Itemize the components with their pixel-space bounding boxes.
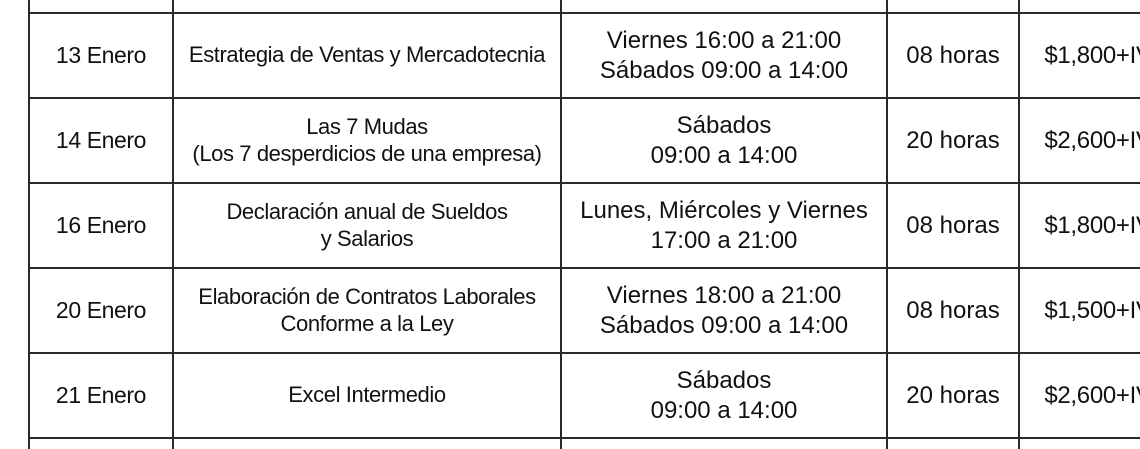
table-row: 14 Enero Las 7 Mudas (Los 7 desperdicios … xyxy=(28,97,1140,184)
hours-text: 20 horas xyxy=(906,126,1000,154)
schedule-line: Viernes 16:00 a 21:00 xyxy=(606,27,842,55)
price-text: $1,800+IVA xyxy=(1044,211,1140,239)
hours-cell: 08 horas xyxy=(886,267,1020,354)
hours-cell: 08 horas xyxy=(886,182,1020,269)
course-cell: Elaboración de Contratos Laborales Confor… xyxy=(172,267,562,354)
schedule-cell: Sábados 09:00 a 14:00 xyxy=(560,97,888,184)
hours-cell: 20 horas xyxy=(886,97,1020,184)
date-cell: 21 Enero xyxy=(28,352,174,439)
hours-cell: 20 horas xyxy=(886,352,1020,439)
date-text: 20 Enero xyxy=(55,297,147,324)
hours-cell: 08 horas xyxy=(886,12,1020,99)
table-row: 13 Enero Estrategia de Ventas y Mercadot… xyxy=(28,12,1140,99)
course-title: Excel Intermedio xyxy=(288,382,446,408)
cell xyxy=(172,437,562,449)
cell xyxy=(172,0,562,14)
schedule-line: Sábados 09:00 a 14:00 xyxy=(599,311,849,339)
date-cell: 20 Enero xyxy=(28,267,174,354)
cell xyxy=(560,437,888,449)
cell xyxy=(1018,0,1140,14)
course-title: Conforme a la Ley xyxy=(280,310,454,336)
cell xyxy=(886,0,1020,14)
course-title: Estrategia de Ventas y Mercadotecnia xyxy=(188,42,546,68)
schedule-line: Sábados xyxy=(676,112,772,140)
cell xyxy=(28,0,174,14)
schedule-line: 09:00 a 14:00 xyxy=(650,396,798,424)
table-row: 20 Enero Elaboración de Contratos Labora… xyxy=(28,267,1140,354)
date-text: 13 Enero xyxy=(55,42,147,69)
price-text: $2,600+IVA xyxy=(1044,126,1140,154)
schedule-line: Lunes, Miércoles y Viernes xyxy=(580,197,868,225)
schedule-line: Viernes 18:00 a 21:00 xyxy=(606,282,842,310)
table-row: 16 Enero Declaración anual de Sueldos y S… xyxy=(28,182,1140,269)
date-text: 16 Enero xyxy=(55,212,147,239)
price-cell: $1,800+IVA xyxy=(1018,12,1140,99)
course-title: y Salarios xyxy=(320,225,414,251)
course-cell: Estrategia de Ventas y Mercadotecnia xyxy=(172,12,562,99)
table-row-partial-top xyxy=(28,0,1140,14)
table-row: 21 Enero Excel Intermedio Sábados 09:00 a… xyxy=(28,352,1140,439)
price-cell: $2,600+IVA xyxy=(1018,97,1140,184)
price-text: $1,500+IVA xyxy=(1044,296,1140,324)
course-title: Declaración anual de Sueldos xyxy=(226,198,508,224)
hours-text: 20 horas xyxy=(906,381,1000,409)
table-row-partial-bottom xyxy=(28,437,1140,449)
cell xyxy=(560,0,888,14)
date-cell: 13 Enero xyxy=(28,12,174,99)
date-cell: 16 Enero xyxy=(28,182,174,269)
date-text: 21 Enero xyxy=(55,382,147,409)
schedule-cell: Sábados 09:00 a 14:00 xyxy=(560,352,888,439)
schedule-cell: Viernes 18:00 a 21:00 Sábados 09:00 a 14:… xyxy=(560,267,888,354)
schedule-line: Sábados xyxy=(676,367,772,395)
course-title: (Los 7 desperdicios de una empresa) xyxy=(192,140,542,166)
schedule-line: Sábados 09:00 a 14:00 xyxy=(599,56,849,84)
course-cell: Excel Intermedio xyxy=(172,352,562,439)
price-cell: $1,800+IVA xyxy=(1018,182,1140,269)
price-text: $1,800+IVA xyxy=(1044,41,1140,69)
schedule-line: 17:00 a 21:00 xyxy=(650,226,798,254)
date-cell: 14 Enero xyxy=(28,97,174,184)
schedule-cell: Lunes, Miércoles y Viernes 17:00 a 21:00 xyxy=(560,182,888,269)
course-cell: Las 7 Mudas (Los 7 desperdicios de una em… xyxy=(172,97,562,184)
cell xyxy=(886,437,1020,449)
course-schedule-table: 13 Enero Estrategia de Ventas y Mercadot… xyxy=(28,0,1140,449)
date-text: 14 Enero xyxy=(55,127,147,154)
cell xyxy=(1018,437,1140,449)
hours-text: 08 horas xyxy=(906,41,1000,69)
schedule-cell: Viernes 16:00 a 21:00 Sábados 09:00 a 14:… xyxy=(560,12,888,99)
price-text: $2,600+IVA xyxy=(1044,381,1140,409)
hours-text: 08 horas xyxy=(906,211,1000,239)
price-cell: $2,600+IVA xyxy=(1018,352,1140,439)
cell xyxy=(28,437,174,449)
schedule-line: 09:00 a 14:00 xyxy=(650,141,798,169)
course-cell: Declaración anual de Sueldos y Salarios xyxy=(172,182,562,269)
course-title: Las 7 Mudas xyxy=(306,113,428,139)
hours-text: 08 horas xyxy=(906,296,1000,324)
price-cell: $1,500+IVA xyxy=(1018,267,1140,354)
course-title: Elaboración de Contratos Laborales xyxy=(198,283,536,309)
